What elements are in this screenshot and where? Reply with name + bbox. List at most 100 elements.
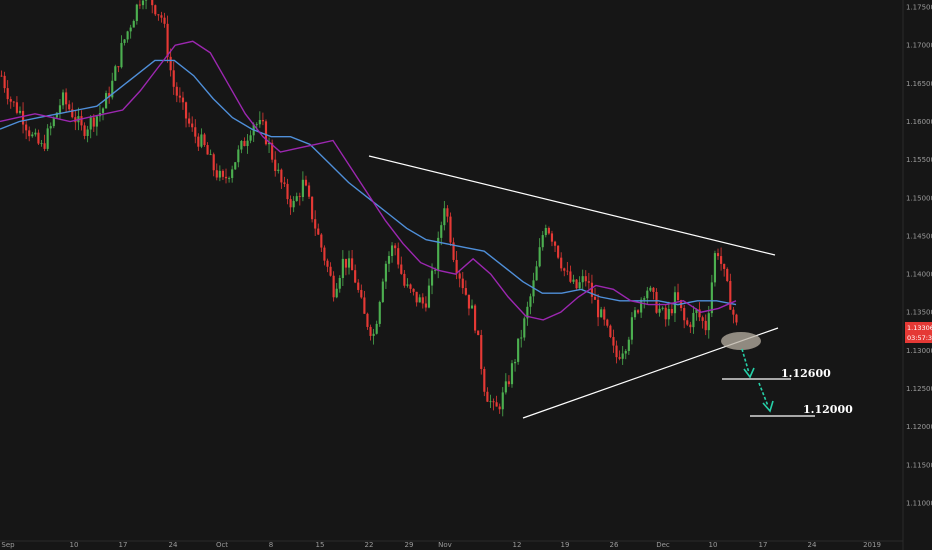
- target-label-2: 1.12000: [803, 403, 853, 416]
- candle-body: [553, 241, 557, 246]
- candle-body: [231, 169, 234, 178]
- candle-body: [578, 282, 581, 289]
- candle-body: [584, 276, 587, 282]
- candle-body: [105, 93, 108, 109]
- candle-body: [415, 291, 418, 303]
- candle-body: [504, 381, 507, 393]
- last-price-value: 1.13306: [907, 324, 932, 332]
- candle-body: [323, 247, 326, 261]
- candle-body: [640, 299, 643, 313]
- candle-body: [277, 169, 280, 171]
- candle-body: [347, 258, 351, 268]
- candle-body: [184, 102, 188, 119]
- x-tick-label: 24: [169, 541, 178, 549]
- x-tick-label: 17: [759, 541, 768, 549]
- y-tick-label: 1.14000: [906, 271, 932, 279]
- candle-body: [65, 92, 68, 105]
- candle-body: [520, 337, 523, 339]
- candle-body: [572, 279, 575, 282]
- candle-body: [384, 263, 387, 282]
- x-tick-label: 19: [561, 541, 570, 549]
- candle-body: [314, 219, 317, 229]
- price-chart[interactable]: 1.12600 1.12000 1.17500 1.17000 1.16500 1.1…: [0, 0, 932, 550]
- candle-body: [203, 134, 206, 146]
- candle-body: [332, 275, 335, 298]
- target-label-1: 1.12600: [781, 367, 831, 380]
- candle-body: [166, 23, 169, 57]
- x-tick-label: 8: [269, 541, 273, 549]
- candle-body: [403, 273, 406, 286]
- breakout-highlight: [721, 332, 761, 350]
- candle-body: [298, 196, 301, 198]
- y-tick-label: 1.15000: [906, 194, 932, 202]
- candle-body: [590, 282, 594, 297]
- y-tick-label: 1.13000: [906, 347, 932, 355]
- candle-body: [9, 99, 12, 102]
- candle-body: [311, 196, 314, 220]
- candle-body: [630, 317, 633, 340]
- candle-body: [434, 270, 437, 272]
- candle-body: [151, 0, 154, 6]
- y-tick-label: 1.12000: [906, 423, 932, 431]
- candle-body: [492, 401, 495, 403]
- candle-body: [612, 337, 615, 346]
- candle-body: [720, 256, 723, 264]
- candle-body: [704, 320, 707, 331]
- x-tick-label: 24: [808, 541, 817, 549]
- candle-body: [569, 271, 572, 282]
- candle-body: [240, 140, 243, 150]
- candle-body: [618, 357, 621, 359]
- candle-body: [600, 309, 603, 318]
- candle-body: [480, 335, 483, 369]
- candle-body: [710, 282, 713, 314]
- candle-body: [455, 259, 458, 274]
- bar-countdown: 03:57:37: [907, 334, 932, 342]
- y-tick-label: 1.13500: [906, 309, 932, 317]
- candle-body: [101, 108, 105, 113]
- candle-body: [49, 126, 52, 129]
- candle-body: [418, 297, 421, 303]
- x-tick-label: Dec: [656, 541, 670, 549]
- candle-body: [667, 309, 670, 320]
- candle-body: [28, 130, 31, 137]
- candle-body: [501, 392, 504, 410]
- candle-body: [237, 149, 240, 163]
- candle-body: [547, 227, 550, 234]
- candle-body: [258, 119, 261, 125]
- candle-body: [114, 66, 117, 81]
- candle-body: [37, 132, 40, 144]
- candle-body: [25, 124, 28, 131]
- y-tick-label: 1.16500: [906, 80, 932, 88]
- candle-body: [649, 287, 652, 291]
- candle-body: [538, 247, 541, 267]
- candle-body: [89, 117, 92, 130]
- candle-body: [581, 276, 584, 283]
- candle-body: [729, 281, 732, 310]
- candle-body: [295, 196, 298, 201]
- x-tick-label: 10: [70, 541, 79, 549]
- candle-body: [464, 288, 467, 295]
- candle-body: [363, 297, 366, 314]
- candle-body: [507, 381, 510, 385]
- candle-body: [483, 368, 486, 392]
- candle-body: [633, 310, 637, 318]
- candle-body: [209, 154, 212, 156]
- candle-body: [34, 132, 37, 135]
- x-tick-label: 12: [513, 541, 522, 549]
- candle-body: [689, 324, 692, 328]
- candle-body: [341, 258, 344, 278]
- candle-body: [406, 284, 409, 286]
- candle-body: [394, 245, 397, 249]
- candle-body: [378, 302, 381, 324]
- x-tick-label: 2019: [863, 541, 881, 549]
- candle-body: [175, 86, 178, 96]
- candle-body: [68, 104, 71, 110]
- candle-body: [732, 309, 735, 315]
- candle-body: [43, 143, 46, 149]
- candle-body: [713, 253, 717, 283]
- candle-body: [354, 270, 357, 283]
- candle-body: [461, 278, 464, 289]
- candle-body: [707, 313, 710, 331]
- candle-body: [557, 245, 560, 258]
- candle-body: [652, 287, 655, 292]
